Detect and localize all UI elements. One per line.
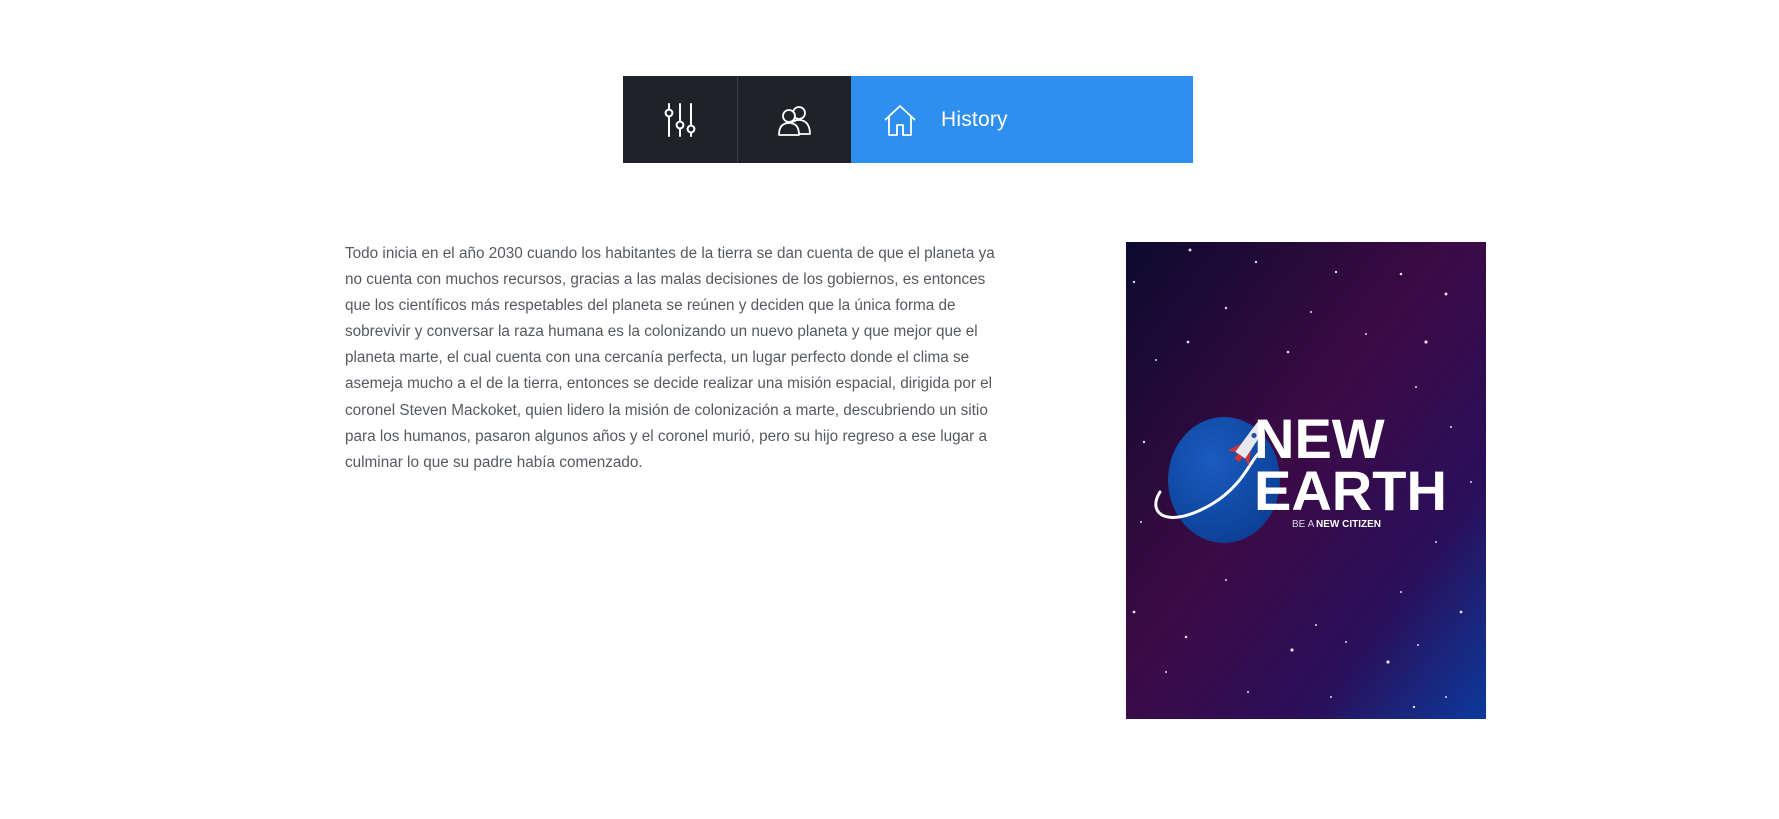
poster-tagline-prefix: BE A <box>1292 519 1315 530</box>
poster-title-line2: EARTH <box>1254 459 1447 522</box>
tab-users[interactable] <box>737 76 851 163</box>
tab-history[interactable]: History <box>851 76 1193 163</box>
sliders-icon <box>664 102 696 138</box>
tab-bar: History <box>623 76 1193 163</box>
tab-history-label: History <box>941 107 1008 131</box>
history-paragraph: Todo inicia en el año 2030 cuando los ha… <box>345 245 995 471</box>
home-icon <box>883 103 917 137</box>
tab-settings[interactable] <box>623 76 737 163</box>
users-icon <box>777 104 813 136</box>
new-earth-poster: NEW EARTH BE A NEW CITIZEN <box>1126 242 1486 719</box>
poster-tagline-bold: NEW CITIZEN <box>1316 519 1381 530</box>
